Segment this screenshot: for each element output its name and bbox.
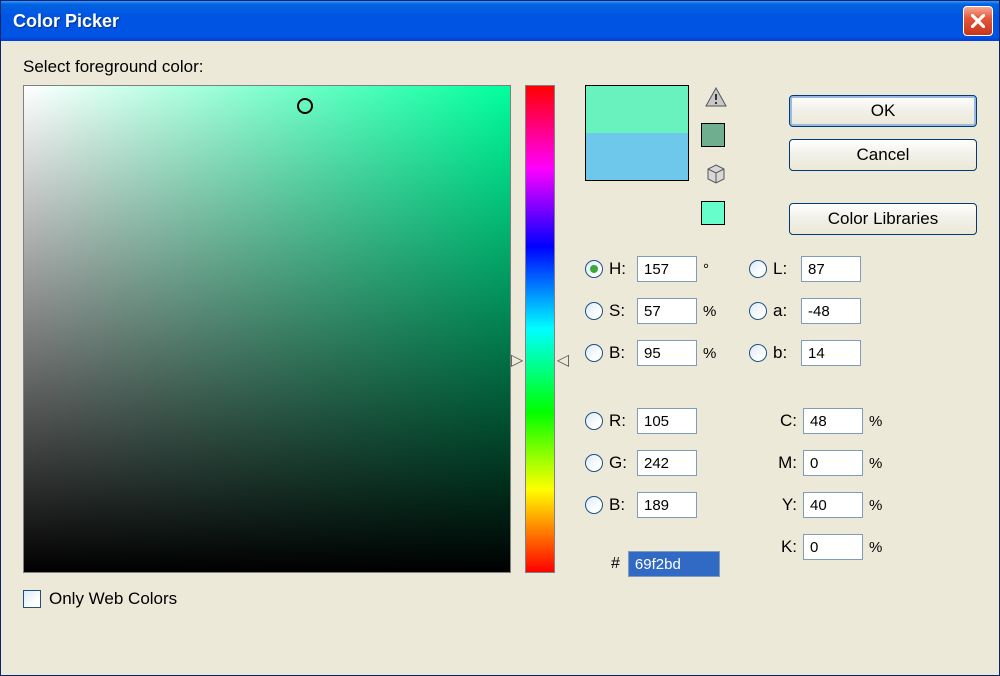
radio-b[interactable]: [749, 344, 767, 362]
input-k[interactable]: [803, 534, 863, 560]
unit-c: %: [869, 413, 887, 430]
radio-h[interactable]: [585, 260, 603, 278]
label-a: a:: [773, 301, 795, 321]
close-button[interactable]: [963, 6, 993, 36]
field-g: G:: [585, 449, 721, 477]
unit-y: %: [869, 497, 887, 514]
input-g[interactable]: [637, 450, 697, 476]
unit-h: °: [703, 261, 721, 278]
field-c: C: %: [749, 407, 887, 435]
radio-bv[interactable]: [585, 344, 603, 362]
field-r: R:: [585, 407, 721, 435]
field-bv: B: %: [585, 339, 721, 367]
gamut-swatch[interactable]: [701, 123, 725, 147]
label-y: Y:: [773, 495, 797, 515]
hue-slider-wrap: ▷ ◁: [525, 85, 555, 573]
field-h: H: °: [585, 255, 721, 283]
field-m: M: %: [749, 449, 887, 477]
titlebar[interactable]: Color Picker: [1, 1, 999, 41]
input-m[interactable]: [803, 450, 863, 476]
only-web-colors-row: Only Web Colors: [23, 589, 981, 609]
input-hex[interactable]: [628, 551, 720, 577]
label-h: H:: [609, 259, 631, 279]
color-picker-window: Color Picker Select foreground color: ▷ …: [0, 0, 1000, 676]
window-title: Color Picker: [13, 11, 119, 32]
color-libraries-button[interactable]: Color Libraries: [789, 203, 977, 235]
field-a: a:: [749, 297, 887, 325]
lab-cmyk-column: L: a: b:: [749, 255, 887, 577]
websafe-warning-icon[interactable]: [701, 163, 731, 185]
input-h[interactable]: [637, 256, 697, 282]
radio-l[interactable]: [749, 260, 767, 278]
hue-arrow-right-icon: ◁: [557, 353, 569, 369]
hex-label: #: [611, 555, 620, 573]
input-a[interactable]: [801, 298, 861, 324]
label-g: G:: [609, 453, 631, 473]
field-b: b:: [749, 339, 887, 367]
label-b: b:: [773, 343, 795, 363]
hue-slider[interactable]: [525, 85, 555, 573]
unit-m: %: [869, 455, 887, 472]
label-k: K:: [773, 537, 797, 557]
label-bb: B:: [609, 495, 631, 515]
label-r: R:: [609, 411, 631, 431]
only-web-colors-label: Only Web Colors: [49, 589, 177, 609]
input-c[interactable]: [803, 408, 863, 434]
field-bb: B:: [585, 491, 721, 519]
input-bv[interactable]: [637, 340, 697, 366]
label-bv: B:: [609, 343, 631, 363]
label-l: L:: [773, 259, 795, 279]
input-y[interactable]: [803, 492, 863, 518]
field-k: K: %: [749, 533, 887, 561]
only-web-colors-checkbox[interactable]: [23, 590, 41, 608]
close-icon: [971, 14, 985, 28]
color-swatch[interactable]: [585, 85, 689, 181]
input-s[interactable]: [637, 298, 697, 324]
ok-button[interactable]: OK: [789, 95, 977, 127]
field-y: Y: %: [749, 491, 887, 519]
field-hex: #: [585, 551, 721, 577]
unit-k: %: [869, 539, 887, 556]
radio-g[interactable]: [585, 454, 603, 472]
radio-r[interactable]: [585, 412, 603, 430]
radio-bb[interactable]: [585, 496, 603, 514]
field-l: L:: [749, 255, 887, 283]
websafe-swatch[interactable]: [701, 201, 725, 225]
new-color-swatch[interactable]: [586, 86, 688, 133]
color-field-cursor[interactable]: [297, 98, 313, 114]
field-s: S: %: [585, 297, 721, 325]
hue-arrow-left-icon: ▷: [511, 353, 523, 369]
current-color-swatch[interactable]: [586, 133, 688, 180]
prompt-label: Select foreground color:: [23, 57, 981, 77]
label-c: C:: [773, 411, 797, 431]
input-lab-b[interactable]: [801, 340, 861, 366]
warning-icons-column: [701, 87, 731, 225]
gamut-warning-icon[interactable]: [701, 87, 731, 107]
label-s: S:: [609, 301, 631, 321]
cancel-button[interactable]: Cancel: [789, 139, 977, 171]
input-r[interactable]: [637, 408, 697, 434]
input-l[interactable]: [801, 256, 861, 282]
input-bb[interactable]: [637, 492, 697, 518]
dialog-buttons: OK Cancel Color Libraries: [789, 95, 977, 235]
unit-bv: %: [703, 345, 721, 362]
label-m: M:: [773, 453, 797, 473]
hsb-rgb-column: H: ° S: % B:: [585, 255, 721, 577]
radio-a[interactable]: [749, 302, 767, 320]
color-field[interactable]: [23, 85, 511, 573]
radio-s[interactable]: [585, 302, 603, 320]
unit-s: %: [703, 303, 721, 320]
dialog-content: Select foreground color: ▷ ◁: [1, 41, 999, 675]
